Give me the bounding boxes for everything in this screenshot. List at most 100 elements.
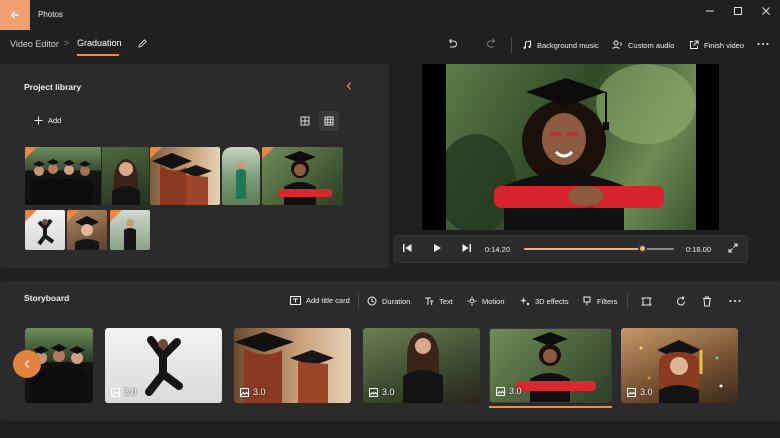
view-large-button[interactable]: [300, 116, 310, 126]
filters-label: Filters: [597, 296, 618, 306]
title-card-icon: [290, 296, 301, 305]
undo-icon: [449, 38, 457, 48]
previous-frame-button[interactable]: [402, 243, 413, 253]
breadcrumb-project-name[interactable]: Graduation: [77, 38, 122, 48]
trash-icon: [703, 296, 711, 307]
finish-video-button[interactable]: Finish video: [689, 40, 744, 50]
back-button[interactable]: [0, 0, 30, 30]
image-icon: [240, 387, 249, 397]
play-button[interactable]: [432, 243, 442, 253]
add-media-button[interactable]: Add: [34, 116, 61, 125]
clip-duration: 3.0: [253, 387, 266, 397]
library-item[interactable]: [110, 210, 150, 250]
custom-audio-button[interactable]: Custom audio: [612, 40, 674, 50]
storyboard-clip-selected[interactable]: 3.0: [489, 328, 612, 403]
scroll-left-button[interactable]: [13, 350, 41, 378]
in-use-corner-mark: [67, 210, 79, 222]
photo-graduate-diploma: [278, 151, 332, 205]
total-time: 0:18.00: [686, 245, 712, 254]
custom-audio-icon: [612, 40, 622, 50]
storyboard-title: Storyboard: [24, 293, 70, 303]
preview-frame: [446, 64, 696, 230]
storyboard-clip[interactable]: 3.0: [234, 328, 351, 403]
minimize-button[interactable]: [696, 0, 724, 22]
skip-back-icon: [403, 244, 412, 252]
filters-button[interactable]: Filters: [582, 296, 617, 306]
play-icon: [434, 244, 441, 252]
3d-effects-label: 3D effects: [535, 296, 569, 306]
sparkle-icon: [520, 297, 530, 306]
storyboard-clip[interactable]: 3.0: [621, 328, 738, 403]
clip-duration-badge: 3.0: [369, 387, 395, 397]
maximize-icon: [734, 7, 742, 15]
app-title: Photos: [38, 10, 63, 19]
motion-label: Motion: [482, 296, 505, 306]
image-icon: [111, 387, 120, 397]
redo-button[interactable]: [486, 38, 498, 50]
add-title-card-button[interactable]: Add title card: [290, 296, 350, 305]
crop-button[interactable]: [641, 296, 652, 307]
library-item[interactable]: [25, 147, 101, 205]
toolbar-divider: [511, 37, 512, 53]
skip-forward-icon: [462, 244, 471, 252]
export-icon: [690, 40, 699, 49]
motion-button[interactable]: Motion: [467, 296, 505, 306]
3d-effects-button[interactable]: 3D effects: [520, 296, 569, 306]
duration-button[interactable]: Duration: [367, 296, 410, 306]
close-button[interactable]: [752, 0, 780, 22]
fullscreen-button[interactable]: [728, 243, 738, 253]
seek-progress: [524, 248, 643, 250]
view-small-button[interactable]: [319, 111, 339, 131]
library-item[interactable]: [222, 147, 260, 205]
text-icon: [425, 297, 434, 305]
seek-thumb[interactable]: [638, 244, 647, 253]
library-item[interactable]: [67, 210, 107, 250]
image-icon: [627, 387, 636, 397]
current-time: 0:14.20: [485, 245, 511, 254]
selected-clip-indicator: [489, 406, 612, 408]
motion-icon: [467, 296, 477, 306]
library-item[interactable]: [25, 210, 65, 250]
toolbar-divider: [627, 293, 628, 309]
next-frame-button[interactable]: [461, 243, 472, 253]
storyboard-more-button[interactable]: [729, 299, 741, 303]
in-use-corner-mark: [25, 210, 37, 222]
background-music-label: Background music: [537, 40, 599, 50]
storyboard-clip[interactable]: 3.0: [105, 328, 222, 403]
grid-small-icon: [324, 116, 334, 126]
rotate-icon: [677, 296, 685, 306]
background-music-button[interactable]: Background music: [522, 40, 599, 50]
crop-icon: [641, 297, 652, 306]
title-bar: [0, 0, 780, 30]
chevron-left-icon: [24, 360, 29, 368]
rename-button[interactable]: [137, 38, 148, 49]
grid-large-icon: [300, 116, 310, 126]
maximize-button[interactable]: [724, 0, 752, 22]
photo-graduate-archway: [236, 161, 246, 199]
plus-icon: [34, 116, 43, 125]
photo-graduate-portrait: [112, 159, 140, 205]
more-horizontal-icon: [757, 43, 769, 45]
pencil-icon: [138, 39, 147, 48]
chevron-left-icon: [346, 82, 351, 90]
clip-duration-badge: 3.0: [111, 387, 137, 397]
library-item[interactable]: [150, 147, 220, 205]
rotate-button[interactable]: [676, 296, 687, 307]
in-use-corner-mark: [150, 147, 162, 159]
library-item[interactable]: [102, 147, 149, 205]
more-options-button[interactable]: [757, 42, 769, 46]
toolbar-divider: [358, 293, 359, 309]
text-label: Text: [439, 296, 453, 306]
delete-button[interactable]: [702, 296, 712, 307]
in-use-corner-mark: [262, 147, 274, 159]
library-item[interactable]: [262, 147, 343, 205]
text-button[interactable]: Text: [424, 296, 453, 306]
undo-button[interactable]: [446, 38, 458, 50]
custom-audio-label: Custom audio: [628, 40, 675, 50]
breadcrumb-underline: [77, 54, 119, 56]
clock-icon: [367, 296, 377, 306]
breadcrumb-video-editor[interactable]: Video Editor: [10, 39, 59, 49]
breadcrumb-separator: >: [64, 38, 70, 48]
collapse-library-button[interactable]: [345, 81, 353, 91]
storyboard-clip[interactable]: 3.0: [363, 328, 480, 403]
